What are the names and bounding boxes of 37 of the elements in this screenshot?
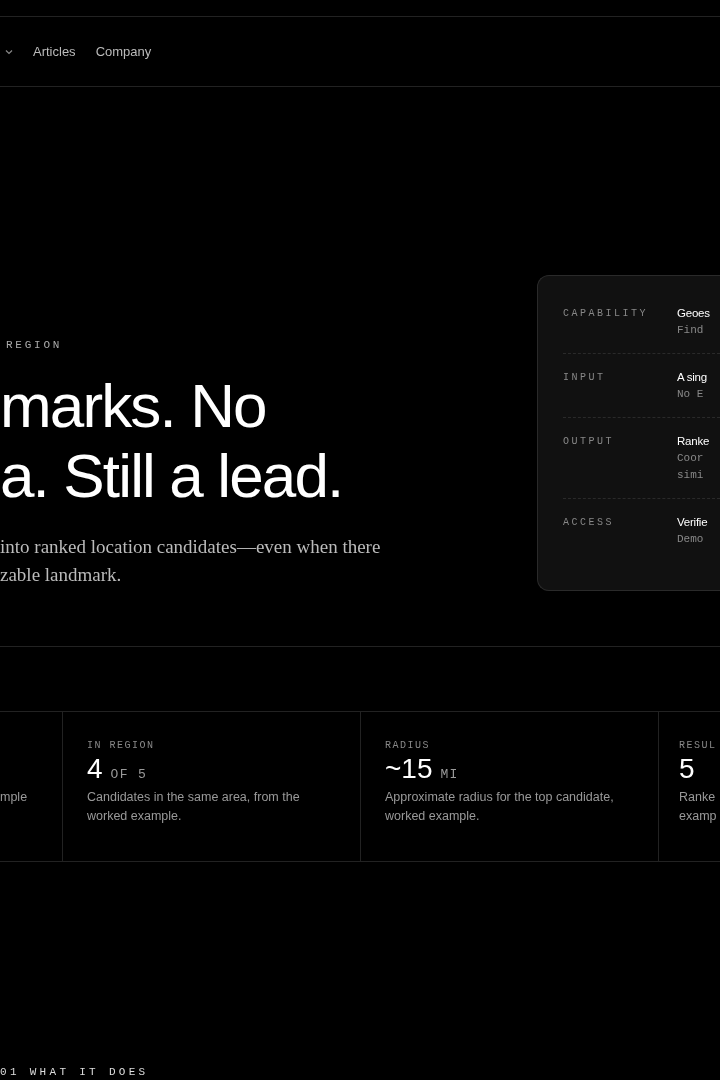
stat-value: ~15 xyxy=(385,752,433,786)
headline-line: marks. No xyxy=(0,371,266,441)
spec-label: ACCESS xyxy=(563,516,615,530)
stat-value: 5 xyxy=(679,752,695,786)
stat-description: examp xyxy=(679,808,717,825)
subtitle-line: into ranked location candidates—even when there xyxy=(0,535,381,559)
spec-detail: Find xyxy=(677,323,704,338)
spec-value: Geoes xyxy=(677,306,710,321)
spec-label: CAPABILITY xyxy=(563,307,649,321)
subtitle-line: zable landmark. xyxy=(0,563,122,587)
spec-label: INPUT xyxy=(563,371,607,385)
stat-label: IN REGION xyxy=(87,739,155,752)
nav-link[interactable]: Articles xyxy=(33,41,76,62)
nav-link[interactable]: Company xyxy=(95,41,152,62)
spec-detail: No E xyxy=(677,387,704,402)
spec-detail: Coor xyxy=(677,451,704,466)
stat-unit: MI xyxy=(440,766,459,784)
stat-description: mple xyxy=(0,789,28,806)
spec-detail: Demo xyxy=(677,532,704,547)
stat-label: RESUL xyxy=(679,739,717,752)
stat-description: Candidates in the same area, from the xyxy=(87,789,300,806)
spec-value: A sing xyxy=(677,370,707,385)
section-label: 01 WHAT IT DOES xyxy=(0,1065,149,1080)
stat-description: worked example. xyxy=(87,808,182,825)
stat-value: 4 xyxy=(87,752,103,786)
stat-description: Approximate radius for the top candidate, xyxy=(385,789,614,806)
spec-detail: simi xyxy=(677,468,704,483)
stat-label: RADIUS xyxy=(385,739,430,752)
spec-label: OUTPUT xyxy=(563,435,615,449)
stat-description: Ranke xyxy=(679,789,716,806)
stat-description: worked example. xyxy=(385,808,480,825)
stat-unit: OF 5 xyxy=(110,766,147,784)
eyebrow-label: REGION xyxy=(5,338,64,353)
chevron-down-icon[interactable] xyxy=(5,48,13,55)
spec-value: Ranke xyxy=(677,434,710,449)
headline-line: a. Still a lead. xyxy=(0,441,343,511)
spec-value: Verifie xyxy=(677,515,708,530)
